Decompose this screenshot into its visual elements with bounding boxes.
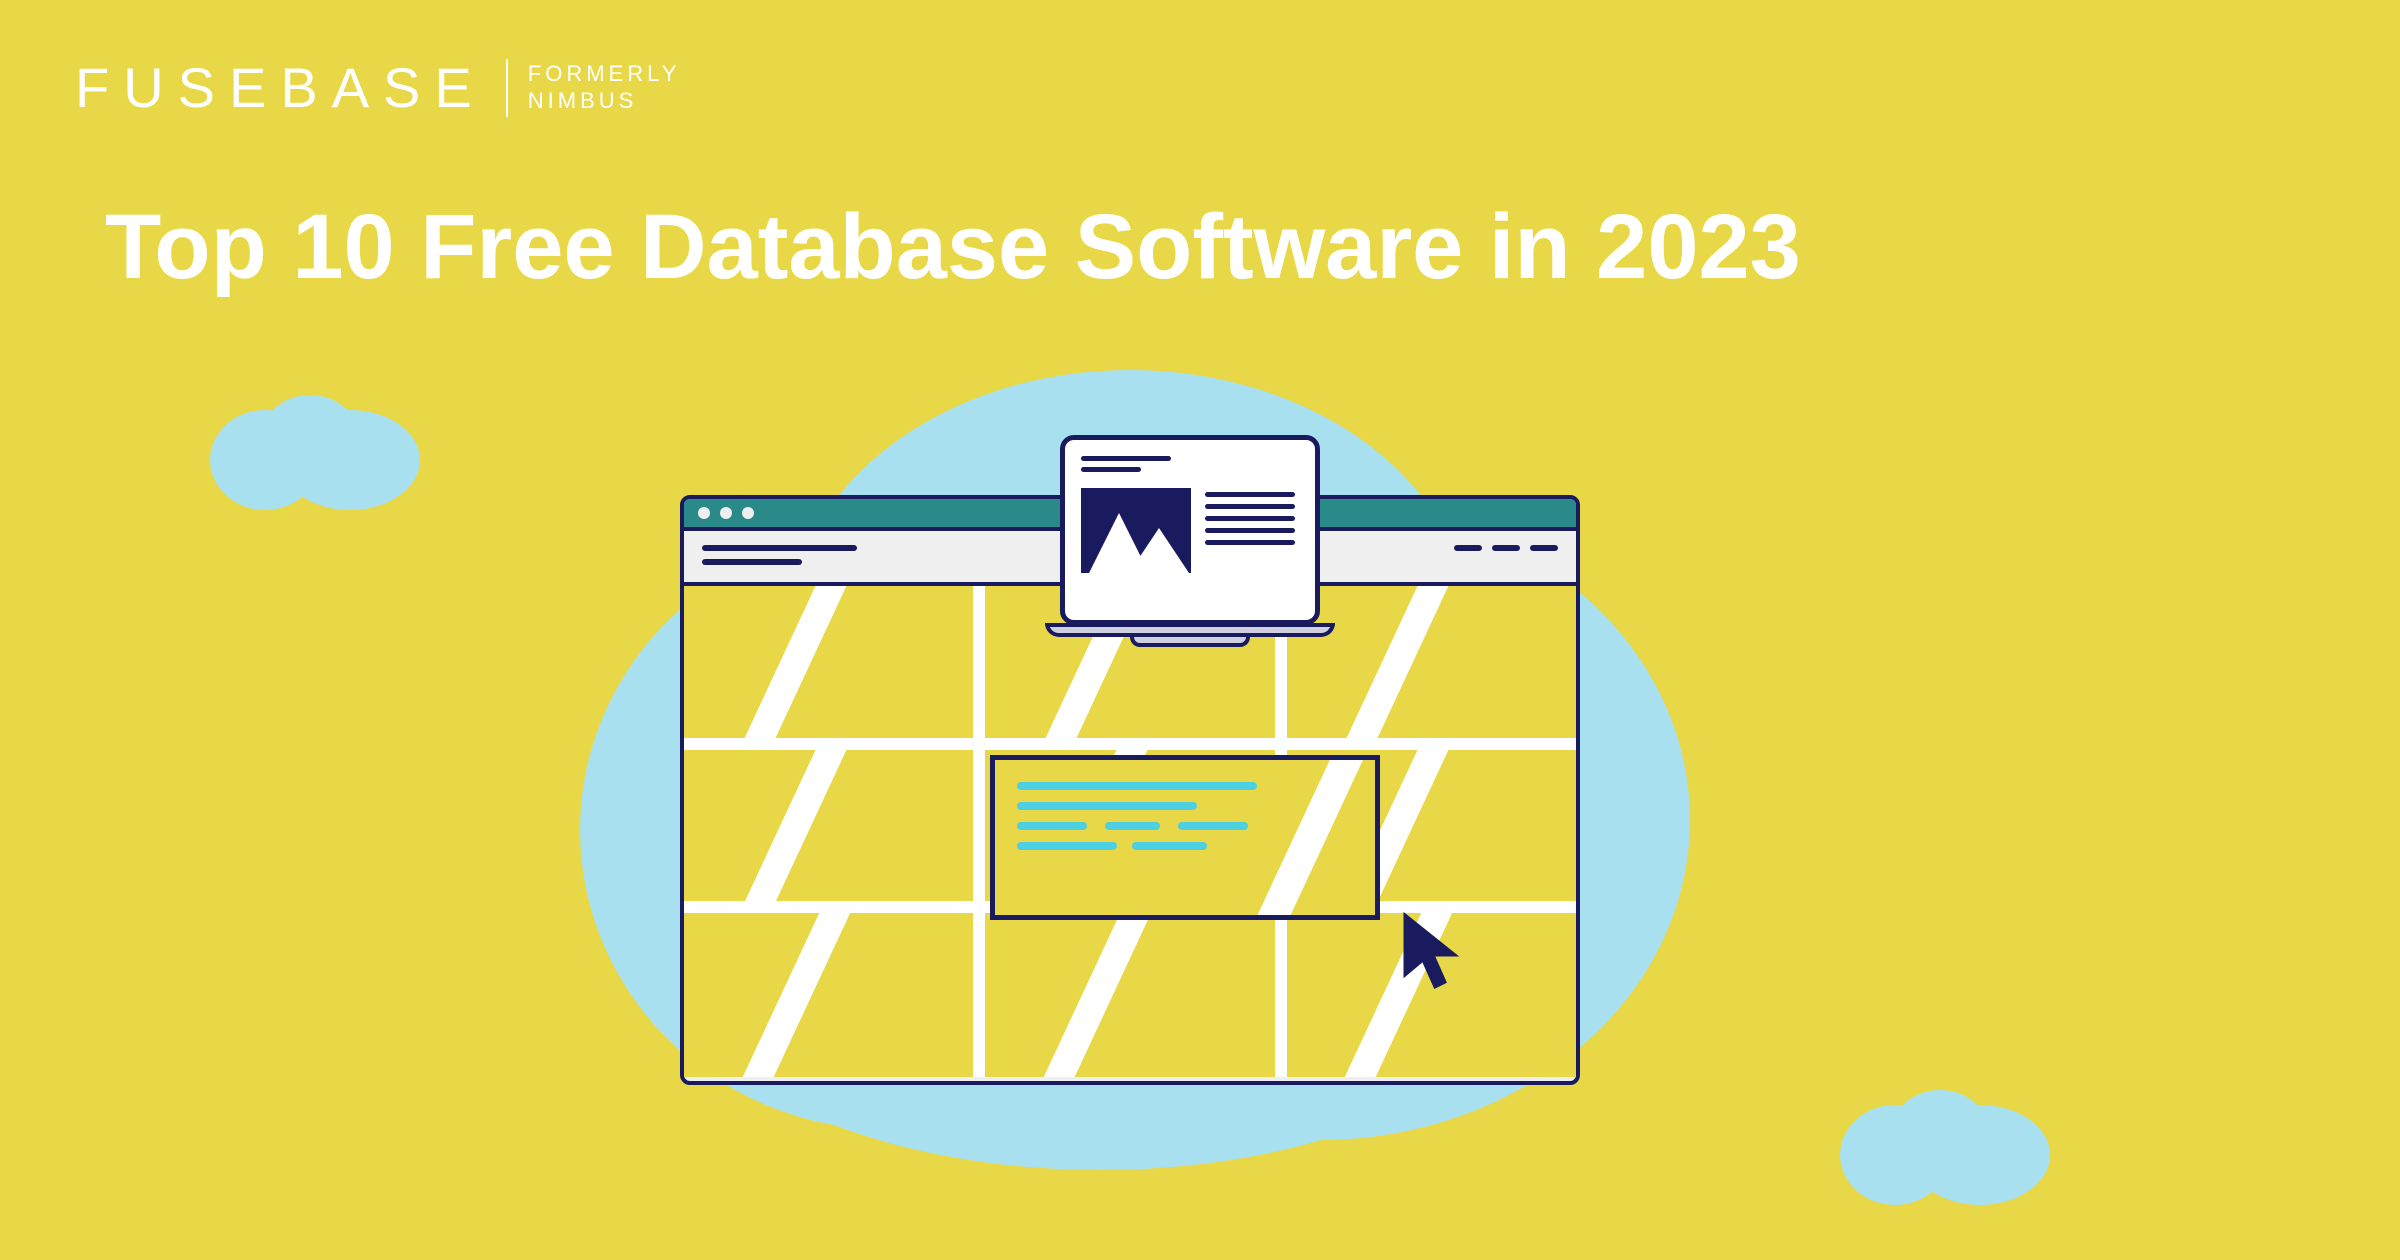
brand-name: FUSEBASE <box>75 55 486 120</box>
line-icon <box>1081 456 1171 461</box>
line-icon <box>1017 802 1197 810</box>
logo-area: FUSEBASE FORMERLY NIMBUS <box>75 55 680 120</box>
header-nav-placeholder <box>1454 545 1558 568</box>
laptop-foot <box>1130 637 1250 647</box>
line-icon <box>1530 545 1558 551</box>
line-icon <box>1205 516 1295 521</box>
text-placeholder <box>1081 456 1299 472</box>
line-icon <box>1454 545 1482 551</box>
line-icon <box>1132 842 1207 850</box>
cloud-icon <box>1830 1080 2060 1210</box>
page-title: Top 10 Free Database Software in 2023 <box>105 195 1801 300</box>
formerly-label: FORMERLY NIMBUS <box>528 61 681 114</box>
line-row <box>1017 842 1353 850</box>
grid-cell <box>684 586 985 738</box>
laptop-illustration <box>1045 435 1335 660</box>
line-icon <box>1205 504 1295 509</box>
laptop-row <box>1081 488 1299 573</box>
laptop-base <box>1045 623 1335 637</box>
line-icon <box>1105 822 1160 830</box>
text-placeholder <box>1205 488 1295 573</box>
cloud-icon <box>200 385 430 515</box>
mountain-icon <box>1129 528 1189 573</box>
line-icon <box>702 559 802 565</box>
line-icon <box>1017 782 1257 790</box>
line-icon <box>1205 528 1295 533</box>
grid-cell <box>684 913 985 1077</box>
header-text-placeholder <box>702 545 857 568</box>
chart-placeholder-icon <box>1081 488 1191 573</box>
line-icon <box>1017 842 1117 850</box>
window-dot-icon <box>720 507 732 519</box>
logo-divider <box>506 59 508 117</box>
line-icon <box>1492 545 1520 551</box>
formerly-line1: FORMERLY <box>528 61 681 87</box>
cursor-icon <box>1395 905 1475 1005</box>
line-icon <box>1205 492 1295 497</box>
grid-cell <box>684 750 985 902</box>
formerly-line2: NIMBUS <box>528 88 681 114</box>
popup-card-illustration <box>990 755 1380 920</box>
line-icon <box>702 545 857 551</box>
laptop-screen <box>1060 435 1320 625</box>
line-icon <box>1178 822 1248 830</box>
line-icon <box>1205 540 1295 545</box>
window-dot-icon <box>742 507 754 519</box>
grid-cell <box>985 913 1286 1077</box>
line-icon <box>1017 822 1087 830</box>
laptop-content <box>1081 456 1299 573</box>
window-dot-icon <box>698 507 710 519</box>
line-icon <box>1081 467 1141 472</box>
line-row <box>1017 822 1353 830</box>
